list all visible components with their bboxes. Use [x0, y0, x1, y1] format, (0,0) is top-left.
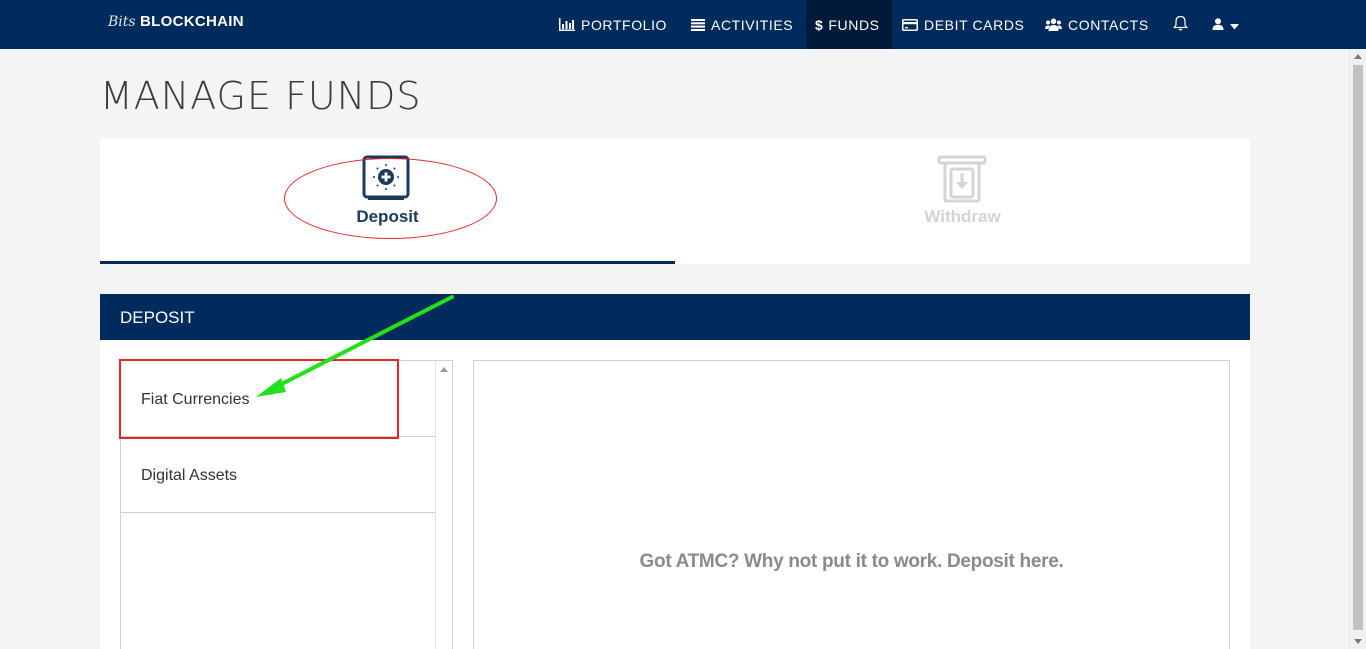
deposit-detail-pane: Got ATMC? Why not put it to work. Deposi… — [473, 360, 1230, 649]
nav-label: ACTIVITIES — [711, 16, 794, 33]
page-scrollbar[interactable] — [1349, 49, 1366, 649]
chevron-down-icon — [1230, 17, 1239, 33]
annotation-rectangle — [119, 359, 399, 439]
nav-item-debit-cards[interactable]: DEBIT CARDS — [902, 0, 1024, 49]
user-icon — [1212, 17, 1224, 33]
tab-withdraw-label: Withdraw — [924, 207, 1001, 226]
tab-withdraw[interactable]: Withdraw — [675, 138, 1250, 264]
funds-tab-card: Deposit Withdraw — [100, 138, 1250, 264]
deposit-panel-heading: DEPOSIT — [100, 294, 1250, 340]
brand-word: BLOCKCHAIN — [140, 13, 244, 30]
scroll-up-arrow-icon[interactable] — [440, 367, 448, 372]
dollar-icon: $ — [815, 16, 824, 33]
top-navbar: Bits BLOCKCHAIN PORTFOLIO ACTIVITIES $ F… — [0, 0, 1366, 49]
deposit-empty-message: Got ATMC? Why not put it to work. Deposi… — [639, 551, 1064, 572]
nav-label: FUNDS — [828, 16, 880, 33]
nav-item-portfolio[interactable]: PORTFOLIO — [559, 0, 667, 49]
nav-label: CONTACTS — [1068, 16, 1149, 33]
brand-script: Bits — [108, 14, 136, 30]
users-icon — [1045, 18, 1062, 31]
annotation-ellipse — [284, 158, 497, 239]
nav-label: PORTFOLIO — [581, 16, 668, 33]
nav-item-contacts[interactable]: CONTACTS — [1045, 0, 1149, 49]
withdraw-atm-icon — [937, 155, 987, 203]
scrollbar-thumb[interactable] — [1353, 65, 1363, 630]
bar-chart-icon — [559, 18, 575, 31]
notifications-button[interactable] — [1173, 0, 1188, 49]
scroll-up-arrow-icon[interactable] — [1354, 54, 1362, 59]
active-tab-indicator — [100, 261, 675, 264]
brand-logo[interactable]: Bits BLOCKCHAIN — [108, 13, 244, 33]
nav-item-activities[interactable]: ACTIVITIES — [691, 0, 793, 49]
list-scrollbar[interactable] — [435, 361, 452, 649]
bell-icon — [1173, 15, 1188, 34]
page-title: MANAGE FUNDS — [100, 74, 422, 118]
user-menu-button[interactable] — [1212, 0, 1239, 49]
list-icon — [691, 18, 705, 31]
nav-label: DEBIT CARDS — [924, 16, 1025, 33]
nav-item-funds[interactable]: $ FUNDS — [806, 0, 892, 49]
list-item-digital-assets[interactable]: Digital Assets — [121, 437, 435, 513]
credit-card-icon — [902, 18, 918, 31]
scroll-down-arrow-icon[interactable] — [1354, 639, 1362, 644]
